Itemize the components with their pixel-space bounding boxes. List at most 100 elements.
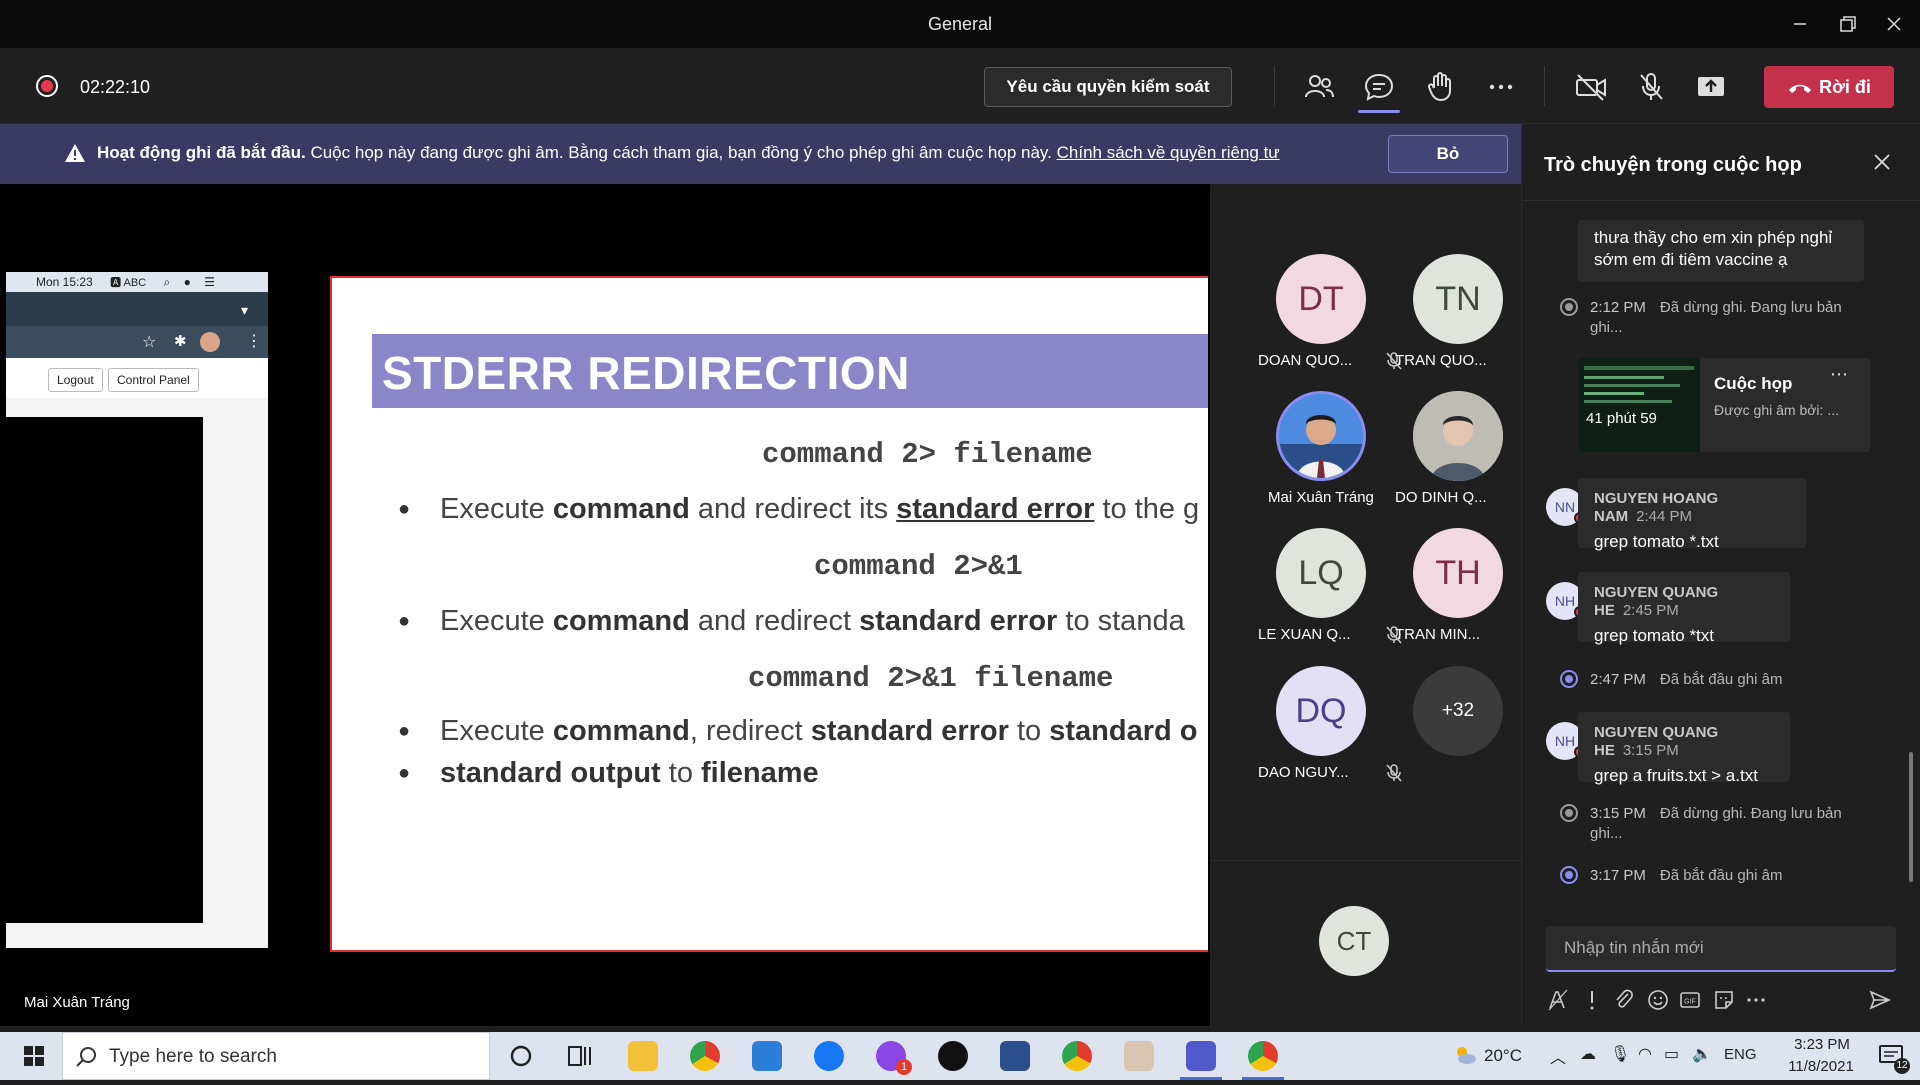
privacy-policy-link[interactable]: Chính sách về quyền riêng tư (1057, 143, 1280, 162)
bookmark-star-icon[interactable]: ☆ (142, 332, 156, 352)
leave-label: Rời đi (1819, 77, 1871, 97)
chat-message: NGUYEN HOANG NAM 2:44 PM grep tomato *.tx… (1578, 478, 1806, 551)
send-icon[interactable] (1868, 988, 1892, 1012)
tiktok-icon[interactable] (938, 1041, 968, 1071)
participant-tile[interactable]: TN TRAN QUO... (1395, 254, 1539, 388)
share-screen-icon[interactable] (1694, 70, 1728, 104)
messenger-icon[interactable]: 1 (876, 1041, 912, 1075)
weather-icon[interactable] (1452, 1032, 1478, 1080)
bullet-bold: standard error (859, 605, 1058, 637)
zalo-icon[interactable] (1000, 1041, 1030, 1071)
siri-icon: ● (183, 275, 191, 289)
minimize-icon[interactable] (1786, 10, 1814, 38)
control-panel-button[interactable]: Control Panel (108, 368, 199, 392)
dropdown-icon[interactable]: ▾ (241, 302, 248, 319)
participant-name: DAO NGUY... (1258, 764, 1349, 781)
close-window-icon[interactable] (1880, 10, 1908, 38)
emoji-icon[interactable] (1646, 988, 1670, 1012)
chat-icon[interactable] (1362, 70, 1396, 104)
task-view-icon[interactable] (564, 1032, 594, 1080)
tray-chevron-icon[interactable]: ︿ (1550, 1044, 1566, 1068)
banner-bold-text: Hoạt động ghi đã bắt đầu. (97, 143, 306, 162)
chrome-active-icon[interactable] (1242, 1041, 1284, 1080)
system-time: 2:47 PM (1590, 671, 1646, 688)
gif-icon[interactable]: GIF (1678, 988, 1702, 1012)
browser-menu-icon[interactable]: ⋮ (246, 331, 262, 351)
file-explorer-icon[interactable] (628, 1041, 658, 1071)
mic-off-icon[interactable] (1634, 70, 1668, 104)
chrome-profile-icon[interactable] (1062, 1041, 1092, 1071)
input-source-icon: 🅰 ABC (110, 277, 147, 289)
chat-scrollbar[interactable] (1909, 752, 1913, 882)
battery-icon[interactable]: ▭ (1664, 1044, 1679, 1064)
participant-tile[interactable]: DQ DAO NGUY... (1258, 666, 1402, 800)
onedrive-icon[interactable]: ☁ (1580, 1044, 1596, 1064)
participant-tile[interactable]: Mai Xuân Tráng (1258, 391, 1392, 525)
message-input[interactable] (1546, 926, 1896, 970)
slide-bullet-1: Execute command and redirect its standar… (398, 488, 1199, 530)
restore-icon[interactable] (1834, 10, 1862, 38)
message-text: thưa thầy cho em xin phép nghỉ (1594, 228, 1833, 247)
volume-icon[interactable]: 🔈 (1692, 1044, 1712, 1064)
taskbar-search[interactable]: Type here to search (62, 1032, 490, 1080)
chat-header-divider (1522, 200, 1920, 201)
attach-icon[interactable] (1612, 988, 1636, 1012)
more-options-icon[interactable] (1484, 70, 1518, 104)
wifi-icon[interactable]: ◠ (1638, 1044, 1652, 1064)
leave-button[interactable]: Rời đi (1764, 66, 1894, 108)
raise-hand-icon[interactable] (1424, 70, 1458, 104)
participant-name: TRAN QUO... (1395, 352, 1487, 369)
participant-tile[interactable]: DT DOAN QUO... (1258, 254, 1402, 388)
cortana-icon[interactable] (506, 1032, 536, 1080)
camera-off-icon[interactable] (1574, 70, 1608, 104)
slide-command-2: command 2>&1 (814, 550, 1023, 583)
format-icon[interactable] (1546, 988, 1570, 1012)
participant-name: Mai Xuân Tráng (1268, 489, 1374, 506)
participant-tile[interactable]: TH TRAN MIN... (1395, 528, 1539, 662)
participant-tile[interactable]: LQ LE XUAN Q... (1258, 528, 1402, 662)
sticker-icon[interactable] (1712, 988, 1736, 1012)
more-participants-tile[interactable]: +32 (1395, 666, 1529, 800)
more-compose-options-icon[interactable] (1744, 988, 1768, 1012)
clock-date[interactable]: 11/8/2021 (1780, 1058, 1862, 1075)
start-icon[interactable] (14, 1032, 54, 1080)
slide-command-1: command 2> filename (762, 438, 1093, 471)
avatar (1413, 391, 1503, 481)
self-video-tile[interactable]: CT (1319, 906, 1453, 1040)
system-text: Đã bắt đầu ghi âm (1659, 867, 1783, 884)
facebook-icon[interactable] (814, 1041, 844, 1071)
recording-stopped-icon (1560, 804, 1578, 822)
profile-avatar[interactable] (200, 332, 220, 352)
spotlight-icon: ⌕ (163, 275, 171, 289)
logout-button[interactable]: Logout (48, 368, 103, 392)
microphone-icon[interactable]: 🎙 (1610, 1044, 1630, 1064)
app-icon[interactable] (1124, 1041, 1154, 1071)
participants-icon[interactable] (1302, 70, 1336, 104)
compose-box[interactable] (1546, 926, 1896, 972)
recording-card[interactable]: 41 phút 59 Cuộc họp Được ghi âm bởi: ...… (1578, 358, 1870, 452)
screen-tool-icon[interactable] (752, 1041, 782, 1071)
language-indicator[interactable]: ENG (1724, 1046, 1757, 1063)
banner-text: Cuộc họp này đang được ghi âm. Bằng cách… (310, 143, 1052, 162)
more-options-icon[interactable]: ⋯ (1830, 364, 1848, 385)
avatar-initials: NN (1554, 499, 1576, 515)
teams-icon[interactable] (1180, 1041, 1222, 1080)
compose-toolbar: GIF (1546, 984, 1896, 1016)
slide-bullet-3-line2: standard output to filename (398, 752, 819, 794)
close-chat-icon[interactable] (1870, 150, 1894, 174)
bullet-text: to (660, 757, 702, 789)
meeting-toolbar: 02:22:10 Yêu cầu quyền kiểm soát Rời đi (0, 48, 1920, 124)
important-icon[interactable] (1580, 988, 1604, 1012)
participant-tile[interactable]: DO DINH Q... (1395, 391, 1539, 525)
dismiss-button[interactable]: Bỏ (1388, 135, 1508, 173)
chrome-icon[interactable] (690, 1041, 720, 1071)
chat-message: NGUYEN QUANG HE 3:15 PM grep a fruits.txt… (1578, 712, 1790, 785)
notifications-icon[interactable]: 12 (1872, 1032, 1912, 1080)
windows-taskbar: Type here to search 1 20°C ︿ ☁ 🎙 ◠ ▭ 🔈 E… (0, 1032, 1920, 1080)
request-control-button[interactable]: Yêu cầu quyền kiểm soát (984, 67, 1232, 107)
banner-message: Hoạt động ghi đã bắt đầu. Cuộc họp này đ… (97, 143, 1280, 163)
extensions-icon[interactable]: ✱ (174, 332, 187, 350)
remote-browser-window: Mon 15:23 🅰 ABC ⌕ ● ☰ ▾ ☆ ✱ ⋮ Logout Con… (6, 272, 268, 948)
clock-time[interactable]: 3:23 PM (1784, 1036, 1860, 1053)
warning-icon (64, 143, 86, 168)
